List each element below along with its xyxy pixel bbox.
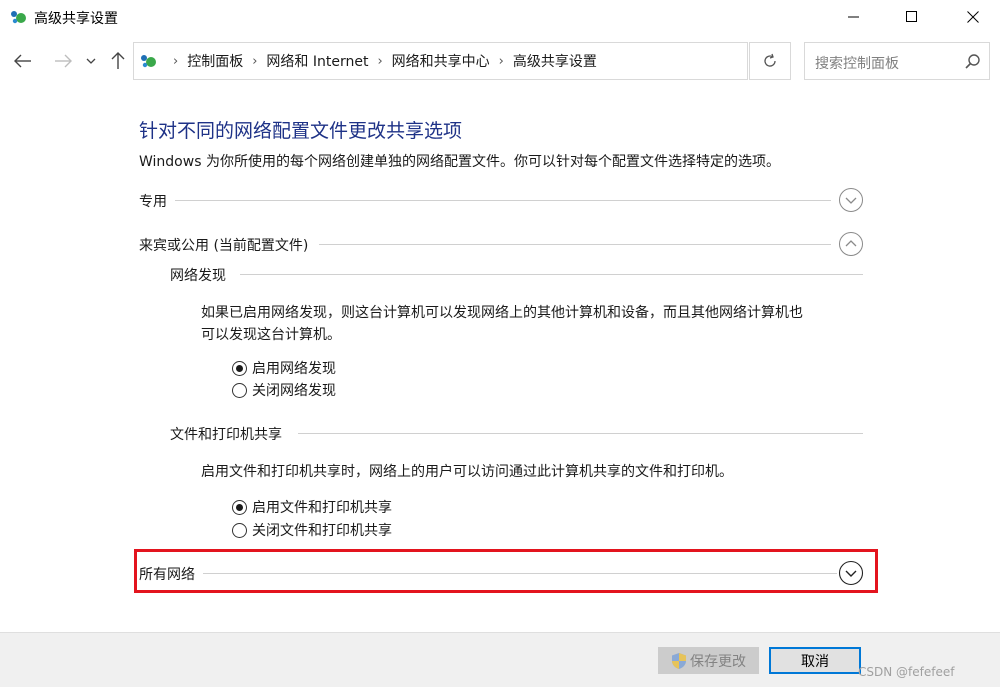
title-bar: 高级共享设置 xyxy=(0,0,1000,34)
forward-button[interactable] xyxy=(52,50,74,72)
close-icon xyxy=(967,11,979,23)
radio-enable-network-discovery[interactable]: 启用网络发现 xyxy=(232,358,336,378)
divider xyxy=(298,433,863,434)
search-icon[interactable] xyxy=(964,53,982,71)
radio-button[interactable] xyxy=(232,522,247,538)
file-printer-sharing-description: 启用文件和打印机共享时，网络上的用户可以访问通过此计算机共享的文件和打印机。 xyxy=(201,464,733,480)
save-changes-label: 保存更改 xyxy=(690,653,746,670)
refresh-button[interactable] xyxy=(749,42,791,80)
section-all-networks-label[interactable]: 所有网络 xyxy=(139,564,203,584)
section-private[interactable]: 专用 xyxy=(139,187,864,213)
recent-locations-button[interactable] xyxy=(82,50,100,72)
breadcrumb-separator-icon[interactable]: › xyxy=(252,54,257,69)
breadcrumb-control-panel[interactable]: 控制面板 xyxy=(187,51,243,71)
breadcrumb-network-sharing-center[interactable]: 网络和共享中心 xyxy=(392,51,490,71)
network-discovery-heading: 网络发现 xyxy=(170,265,234,285)
breadcrumb-network-internet[interactable]: 网络和 Internet xyxy=(266,51,368,71)
refresh-icon xyxy=(764,53,776,67)
section-guest-public[interactable]: 来宾或公用 (当前配置文件) xyxy=(139,231,864,257)
network-sharing-icon xyxy=(141,55,156,68)
cancel-button[interactable]: 取消 xyxy=(769,647,861,674)
section-private-label[interactable]: 专用 xyxy=(139,191,175,211)
radio-label[interactable]: 启用文件和打印机共享 xyxy=(252,497,392,517)
maximize-icon xyxy=(906,11,917,22)
close-button[interactable] xyxy=(950,0,996,34)
chevron-down-icon xyxy=(86,58,96,64)
network-sharing-icon xyxy=(11,11,26,24)
page-description: Windows 为你所使用的每个网络创建单独的网络配置文件。你可以针对每个配置文… xyxy=(139,154,780,170)
back-button[interactable] xyxy=(12,50,34,72)
section-guest-public-label[interactable]: 来宾或公用 (当前配置文件) xyxy=(139,235,317,255)
expand-chevron-icon[interactable] xyxy=(838,187,864,213)
radio-disable-file-printer-sharing[interactable]: 关闭文件和打印机共享 xyxy=(232,520,392,540)
radio-disable-network-discovery[interactable]: 关闭网络发现 xyxy=(232,380,336,400)
collapse-chevron-icon[interactable] xyxy=(838,231,864,257)
maximize-button[interactable] xyxy=(889,0,935,34)
search-box[interactable]: 搜索控制面板 xyxy=(804,42,990,80)
breadcrumb: › 控制面板 › 网络和 Internet › 网络和共享中心 › 高级共享设置 xyxy=(164,43,597,79)
uac-shield-icon xyxy=(672,652,686,669)
radio-button-checked[interactable] xyxy=(232,499,247,515)
network-discovery-description: 如果已启用网络发现，则这台计算机可以发现网络上的其他计算机和设备，而且其他网络计… xyxy=(201,302,803,346)
divider xyxy=(319,244,831,245)
minimize-icon xyxy=(848,16,859,18)
address-bar[interactable]: › 控制面板 › 网络和 Internet › 网络和共享中心 › 高级共享设置 xyxy=(133,42,867,80)
file-printer-sharing-heading: 文件和打印机共享 xyxy=(170,424,290,444)
window-title: 高级共享设置 xyxy=(34,11,118,27)
network-discovery-description-line: 如果已启用网络发现，则这台计算机可以发现网络上的其他计算机和设备，而且其他网络计… xyxy=(201,305,803,321)
highlight-annotation xyxy=(134,549,878,593)
arrow-left-icon xyxy=(14,54,31,68)
arrow-up-icon xyxy=(111,52,125,69)
radio-button-checked[interactable] xyxy=(232,360,247,376)
up-button[interactable] xyxy=(107,50,129,72)
breadcrumb-separator-icon[interactable]: › xyxy=(499,54,504,69)
footer: 保存更改 取消 CSDN @fefefeef xyxy=(0,632,1000,687)
radio-label[interactable]: 关闭文件和打印机共享 xyxy=(252,520,392,540)
subsection-network-discovery: 网络发现 xyxy=(170,265,863,285)
save-changes-button[interactable]: 保存更改 xyxy=(658,647,759,674)
arrow-right-icon xyxy=(55,54,72,68)
watermark: CSDN @fefefeef xyxy=(858,665,955,679)
page-title: 针对不同的网络配置文件更改共享选项 xyxy=(139,120,463,142)
radio-button[interactable] xyxy=(232,382,247,398)
radio-label[interactable]: 启用网络发现 xyxy=(252,358,336,378)
breadcrumb-separator-icon[interactable]: › xyxy=(377,54,382,69)
divider xyxy=(169,200,831,201)
navigation-bar: › 控制面板 › 网络和 Internet › 网络和共享中心 › 高级共享设置… xyxy=(0,40,1000,82)
main-content: 针对不同的网络配置文件更改共享选项 Windows 为你所使用的每个网络创建单独… xyxy=(0,84,1000,632)
breadcrumb-advanced-sharing[interactable]: 高级共享设置 xyxy=(513,51,597,71)
subsection-file-printer-sharing: 文件和打印机共享 xyxy=(170,424,863,444)
radio-label[interactable]: 关闭网络发现 xyxy=(252,380,336,400)
radio-enable-file-printer-sharing[interactable]: 启用文件和打印机共享 xyxy=(232,497,392,517)
breadcrumb-separator-icon[interactable]: › xyxy=(173,54,178,69)
network-discovery-description-line: 可以发现这台计算机。 xyxy=(201,327,341,343)
divider xyxy=(240,274,863,275)
minimize-button[interactable] xyxy=(831,0,877,34)
search-input[interactable]: 搜索控制面板 xyxy=(815,53,899,73)
